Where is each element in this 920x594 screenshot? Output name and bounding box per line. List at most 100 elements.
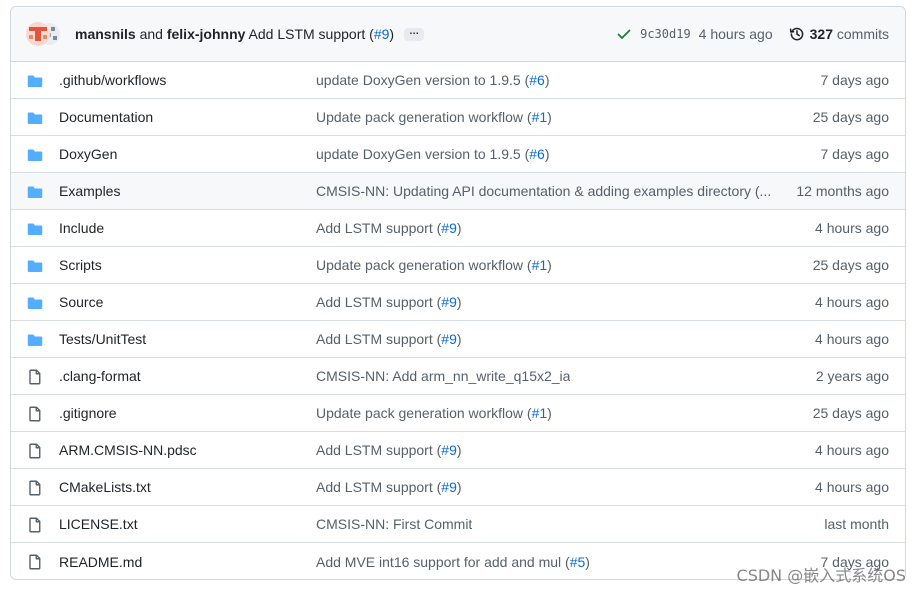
pr-link[interactable]: #5 — [570, 554, 586, 570]
pr-link[interactable]: #1 — [532, 405, 548, 421]
commit-message-text[interactable]: Add LSTM support ( — [316, 479, 441, 495]
file-commit-message[interactable]: Add LSTM support (#9) — [316, 442, 462, 458]
file-age: 4 hours ago — [815, 479, 889, 495]
file-row[interactable]: CMakeLists.txt Add LSTM support (#9) 4 hou… — [11, 469, 905, 506]
file-commit-message[interactable]: update DoxyGen version to 1.9.5 (#6) — [316, 146, 549, 162]
check-icon[interactable] — [616, 26, 632, 42]
file-list: .github/workflows update DoxyGen version … — [11, 62, 905, 579]
commit-message-text[interactable]: CMSIS-NN: Updating API documentation & a… — [316, 183, 771, 199]
file-commit-message[interactable]: CMSIS-NN: Add arm_nn_write_q15x2_ia — [316, 368, 570, 384]
file-age: last month — [824, 516, 889, 532]
folder-icon — [27, 184, 43, 200]
commit-message-text[interactable]: update DoxyGen version to 1.9.5 ( — [316, 146, 529, 162]
pr-link[interactable]: #6 — [529, 146, 545, 162]
file-row[interactable]: .github/workflows update DoxyGen version … — [11, 62, 905, 99]
commit-message-text[interactable]: Update pack generation workflow ( — [316, 257, 532, 273]
author-link-1[interactable]: mansnils — [75, 26, 136, 42]
commit-message-close: ) — [389, 26, 395, 42]
commit-message-text[interactable]: Add LSTM support ( — [316, 442, 441, 458]
file-row[interactable]: Source Add LSTM support (#9) 4 hours ago — [11, 284, 905, 321]
pr-link[interactable]: #1 — [532, 109, 548, 125]
file-commit-message[interactable]: Add LSTM support (#9) — [316, 331, 462, 347]
commit-message-text[interactable]: Add LSTM support ( — [316, 331, 441, 347]
folder-icon — [27, 110, 43, 126]
file-row[interactable]: ARM.CMSIS-NN.pdsc Add LSTM support (#9) 4 … — [11, 432, 905, 469]
author-link-2[interactable]: felix-johnny — [167, 26, 246, 42]
file-name-link[interactable]: ARM.CMSIS-NN.pdsc — [59, 442, 197, 458]
file-row[interactable]: .clang-format CMSIS-NN: Add arm_nn_write_… — [11, 358, 905, 395]
file-name-link[interactable]: .gitignore — [59, 405, 117, 421]
commit-message-close: ) — [544, 146, 550, 162]
file-commit-message[interactable]: CMSIS-NN: Updating API documentation & a… — [316, 183, 771, 199]
file-commit-message[interactable]: Add LSTM support (#9) — [316, 294, 462, 310]
file-icon — [27, 480, 43, 496]
commit-message-text[interactable]: CMSIS-NN: Add arm_nn_write_q15x2_ia — [316, 368, 570, 384]
pr-link[interactable]: #9 — [441, 331, 457, 347]
file-name-link[interactable]: Source — [59, 294, 103, 310]
commits-link[interactable]: 327 commits — [810, 26, 889, 42]
pr-link[interactable]: #9 — [441, 442, 457, 458]
pr-link[interactable]: #9 — [441, 220, 457, 236]
file-row[interactable]: Documentation Update pack generation work… — [11, 99, 905, 136]
commit-message-text[interactable]: Add MVE int16 support for add and mul ( — [316, 554, 570, 570]
commit-message[interactable]: Add LSTM support ( — [249, 26, 374, 42]
commit-message-text[interactable]: update DoxyGen version to 1.9.5 ( — [316, 72, 529, 88]
file-name-link[interactable]: .clang-format — [59, 368, 141, 384]
file-age: 25 days ago — [812, 109, 889, 125]
file-name-link[interactable]: CMakeLists.txt — [59, 479, 151, 495]
pr-link[interactable]: #9 — [441, 479, 457, 495]
commit-sha[interactable]: 9c30d19 — [640, 27, 691, 41]
file-row[interactable]: DoxyGen update DoxyGen version to 1.9.5 (… — [11, 136, 905, 173]
commit-message-close: ) — [456, 294, 462, 310]
commit-message-close: ) — [456, 479, 462, 495]
file-commit-message[interactable]: Add LSTM support (#9) — [316, 220, 462, 236]
pr-link[interactable]: #1 — [532, 257, 548, 273]
avatar[interactable] — [25, 21, 61, 47]
file-name-link[interactable]: Tests/UnitTest — [59, 331, 146, 347]
file-name-link[interactable]: LICENSE.txt — [59, 516, 138, 532]
file-age: 4 hours ago — [815, 294, 889, 310]
file-commit-message[interactable]: update DoxyGen version to 1.9.5 (#6) — [316, 72, 549, 88]
commit-message-text[interactable]: Add LSTM support ( — [316, 220, 441, 236]
file-commit-message[interactable]: Add LSTM support (#9) — [316, 479, 462, 495]
file-commit-message[interactable]: Add MVE int16 support for add and mul (#… — [316, 554, 590, 570]
commit-message-close: ) — [547, 109, 552, 125]
file-age: 4 hours ago — [815, 220, 889, 236]
file-commit-message[interactable]: Update pack generation workflow (#1) — [316, 405, 552, 421]
commit-pr-link[interactable]: #9 — [374, 26, 390, 42]
commit-message-text[interactable]: Update pack generation workflow ( — [316, 109, 532, 125]
and-text: and — [139, 26, 163, 42]
file-name-link[interactable]: Examples — [59, 183, 120, 199]
file-name-link[interactable]: .github/workflows — [59, 72, 166, 88]
file-name-link[interactable]: Scripts — [59, 257, 102, 273]
expand-commit-button[interactable]: … — [404, 26, 425, 41]
file-commit-message[interactable]: Update pack generation workflow (#1) — [316, 109, 552, 125]
file-age: 4 hours ago — [815, 331, 889, 347]
commit-count: 327 — [809, 26, 833, 42]
commit-message-close: ) — [547, 405, 552, 421]
commit-message-text[interactable]: Add LSTM support ( — [316, 294, 441, 310]
file-age: 7 days ago — [820, 146, 890, 162]
file-age: 2 years ago — [815, 368, 889, 384]
file-name-link[interactable]: README.md — [59, 554, 142, 570]
file-commit-message[interactable]: Update pack generation workflow (#1) — [316, 257, 552, 273]
history-icon[interactable] — [789, 26, 805, 42]
pr-link[interactable]: #9 — [441, 294, 457, 310]
folder-icon — [27, 332, 43, 348]
file-name-link[interactable]: Documentation — [59, 109, 153, 125]
commit-message-close: ) — [547, 257, 552, 273]
file-row[interactable]: .gitignore Update pack generation workflo… — [11, 395, 905, 432]
pr-link[interactable]: #6 — [529, 72, 545, 88]
file-age: 25 days ago — [812, 405, 889, 421]
file-row[interactable]: LICENSE.txt CMSIS-NN: First Commit last mo… — [11, 506, 905, 543]
file-row[interactable]: Include Add LSTM support (#9) 4 hours ago — [11, 210, 905, 247]
file-row[interactable]: Examples CMSIS-NN: Updating API documenta… — [11, 173, 905, 210]
file-name-link[interactable]: DoxyGen — [59, 146, 117, 162]
commit-message-text[interactable]: Update pack generation workflow ( — [316, 405, 532, 421]
file-icon — [27, 517, 43, 533]
file-row[interactable]: Tests/UnitTest Add LSTM support (#9) 4 hou… — [11, 321, 905, 358]
file-row[interactable]: Scripts Update pack generation workflow (… — [11, 247, 905, 284]
file-commit-message[interactable]: CMSIS-NN: First Commit — [316, 516, 472, 532]
file-name-link[interactable]: Include — [59, 220, 104, 236]
commit-message-text[interactable]: CMSIS-NN: First Commit — [316, 516, 472, 532]
